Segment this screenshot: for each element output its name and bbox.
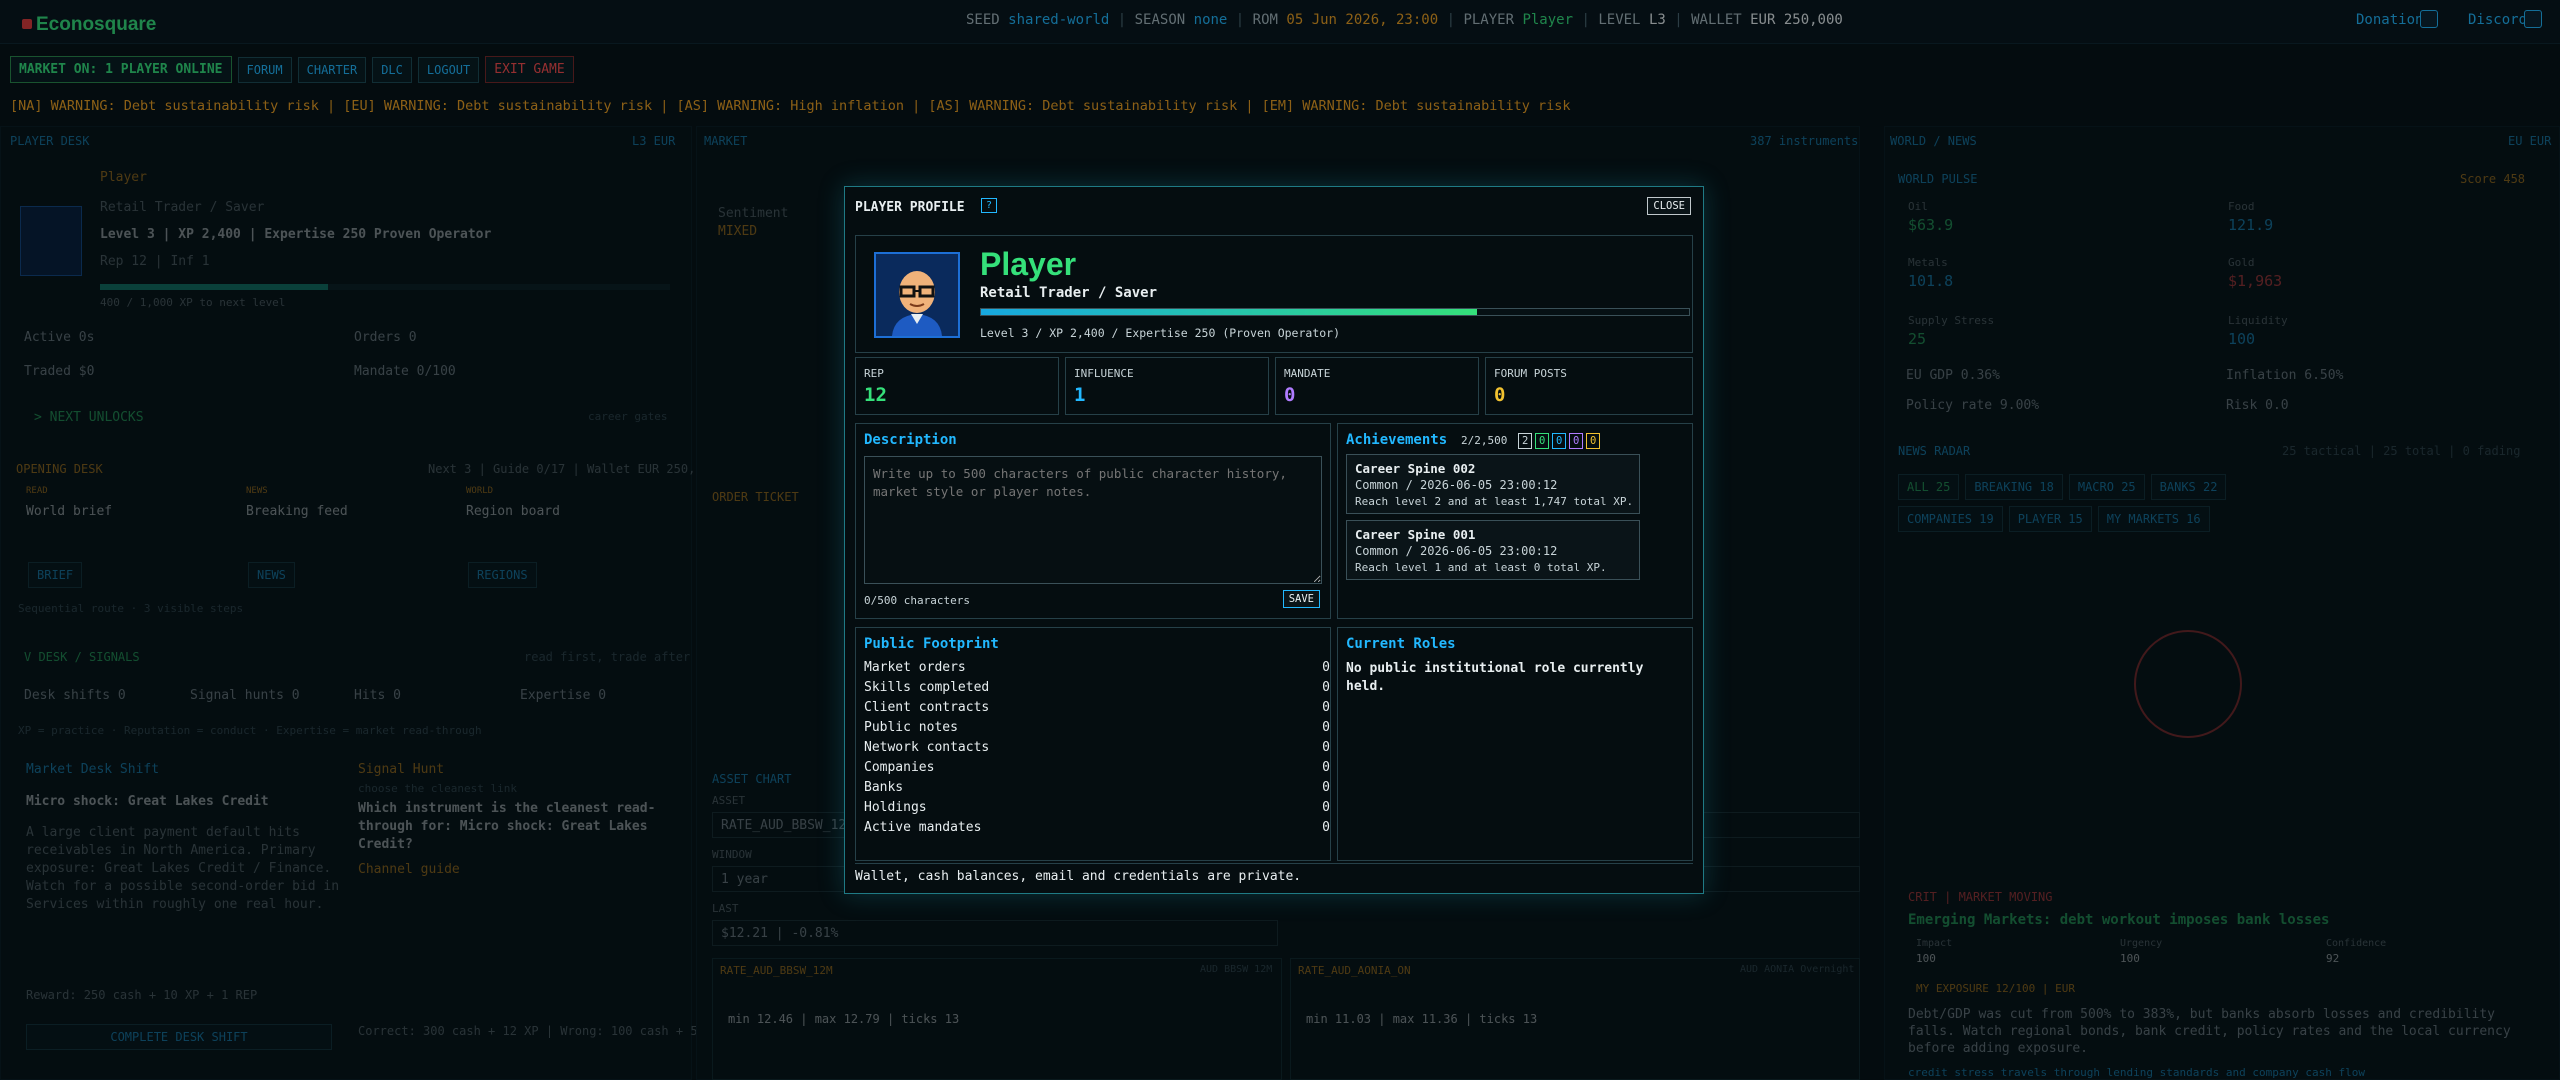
footprint-value: 0 (1322, 660, 1330, 675)
achievements-count: 2/2,500 (1460, 434, 1508, 447)
footprint-row: Public notes 0 (864, 720, 1330, 735)
achievements-section: Achievements 2/2,500 20000 Career Spine … (1337, 423, 1693, 619)
footprint-row: Active mandates 0 (864, 820, 1330, 835)
achievement-requirement: Reach level 1 and at least 0 total XP. (1355, 561, 1607, 574)
avatar (874, 252, 960, 338)
xp-progress-bar (980, 308, 1690, 316)
tier-chip-green: 0 (1535, 433, 1550, 449)
footprint-value: 0 (1322, 760, 1330, 775)
footprint-row: Companies 0 (864, 760, 1330, 775)
footprint-row: Holdings 0 (864, 800, 1330, 815)
player-level-info: Level 3 / XP 2,400 / Expertise 250 (Prov… (980, 326, 1341, 340)
stat-influence-label: INFLUENCE (1074, 367, 1134, 380)
footprint-value: 0 (1322, 800, 1330, 815)
description-char-count: 0/500 characters (864, 594, 970, 607)
player-role: Retail Trader / Saver (980, 285, 1158, 301)
privacy-note: Wallet, cash balances, email and credent… (855, 869, 1302, 884)
footprint-key: Client contracts (864, 700, 990, 715)
achievement-item[interactable]: Career Spine 001 Common / 2026-06-05 23:… (1346, 520, 1640, 580)
avatar-portrait-icon (876, 254, 958, 336)
footprint-key: Banks (864, 780, 904, 795)
stat-forum-posts: FORUM POSTS 0 (1485, 357, 1693, 415)
footprint-key: Holdings (864, 800, 927, 815)
footprint-key: Active mandates (864, 820, 982, 835)
current-roles-text: No public institutional role currently h… (1346, 661, 1644, 694)
footprint-row: Network contacts 0 (864, 740, 1330, 755)
profile-header: Player Retail Trader / Saver Level 3 / X… (855, 235, 1693, 353)
footprint-row: Market orders 0 (864, 660, 1330, 675)
footprint-value: 0 (1322, 700, 1330, 715)
achievements-title: Achievements (1346, 432, 1448, 448)
stat-mandate-value: 0 (1284, 384, 1296, 406)
description-title: Description (864, 432, 957, 448)
save-button[interactable]: SAVE (1282, 590, 1320, 608)
help-icon[interactable]: ? (981, 198, 997, 213)
footprint-key: Companies (864, 760, 935, 775)
public-footprint-title: Public Footprint (864, 636, 999, 652)
stat-forum-posts-value: 0 (1494, 384, 1506, 406)
tier-chip-blue: 0 (1552, 433, 1567, 449)
player-name: Player (980, 246, 1077, 282)
stat-rep: REP 12 (855, 357, 1059, 415)
footprint-row: Skills completed 0 (864, 680, 1330, 695)
footprint-value: 0 (1322, 680, 1330, 695)
achievement-tier-chips: 20000 (1515, 433, 1601, 449)
footprint-value: 0 (1322, 780, 1330, 795)
description-textarea[interactable] (864, 456, 1322, 584)
achievements-header: Achievements 2/2,500 20000 (1346, 432, 1601, 449)
description-section: Description 0/500 characters SAVE (855, 423, 1331, 619)
tier-chip-purple: 0 (1569, 433, 1584, 449)
current-roles-section: Current Roles No public institutional ro… (1337, 627, 1693, 861)
footprint-key: Skills completed (864, 680, 990, 695)
stat-influence-value: 1 (1074, 384, 1086, 406)
stat-rep-value: 12 (864, 384, 887, 406)
stat-influence: INFLUENCE 1 (1065, 357, 1269, 415)
footprint-row: Client contracts 0 (864, 700, 1330, 715)
public-footprint-section: Public Footprint Market orders 0 Skills c… (855, 627, 1331, 861)
achievement-detail: Common / 2026-06-05 23:00:12 (1355, 544, 1558, 558)
footprint-key: Network contacts (864, 740, 990, 755)
footprint-row: Banks 0 (864, 780, 1330, 795)
stat-forum-posts-label: FORUM POSTS (1494, 367, 1567, 380)
current-roles-title: Current Roles (1346, 636, 1456, 652)
modal-divider (855, 863, 1693, 864)
footprint-key: Market orders (864, 660, 966, 675)
stat-mandate-label: MANDATE (1284, 367, 1331, 380)
tier-chip-gold: 0 (1586, 433, 1601, 449)
achievement-title: Career Spine 001 (1355, 527, 1476, 542)
close-button[interactable]: CLOSE (1647, 197, 1691, 215)
tier-chip-total: 2 (1518, 433, 1533, 449)
stat-row: REP 12 INFLUENCE 1 MANDATE 0 FORUM POSTS… (855, 357, 1693, 415)
player-profile-modal: PLAYER PROFILE ? CLOSE Player Retail Tra… (844, 186, 1704, 894)
achievement-detail: Common / 2026-06-05 23:00:12 (1355, 478, 1558, 492)
footprint-value: 0 (1322, 720, 1330, 735)
stat-rep-label: REP (864, 367, 884, 380)
achievement-requirement: Reach level 2 and at least 1,747 total X… (1355, 495, 1634, 508)
modal-title: PLAYER PROFILE (855, 200, 965, 215)
achievement-item[interactable]: Career Spine 002 Common / 2026-06-05 23:… (1346, 454, 1640, 514)
footprint-value: 0 (1322, 820, 1330, 835)
achievement-title: Career Spine 002 (1355, 461, 1476, 476)
stat-mandate: MANDATE 0 (1275, 357, 1479, 415)
footprint-value: 0 (1322, 740, 1330, 755)
xp-progress-fill (981, 309, 1477, 315)
footprint-key: Public notes (864, 720, 958, 735)
